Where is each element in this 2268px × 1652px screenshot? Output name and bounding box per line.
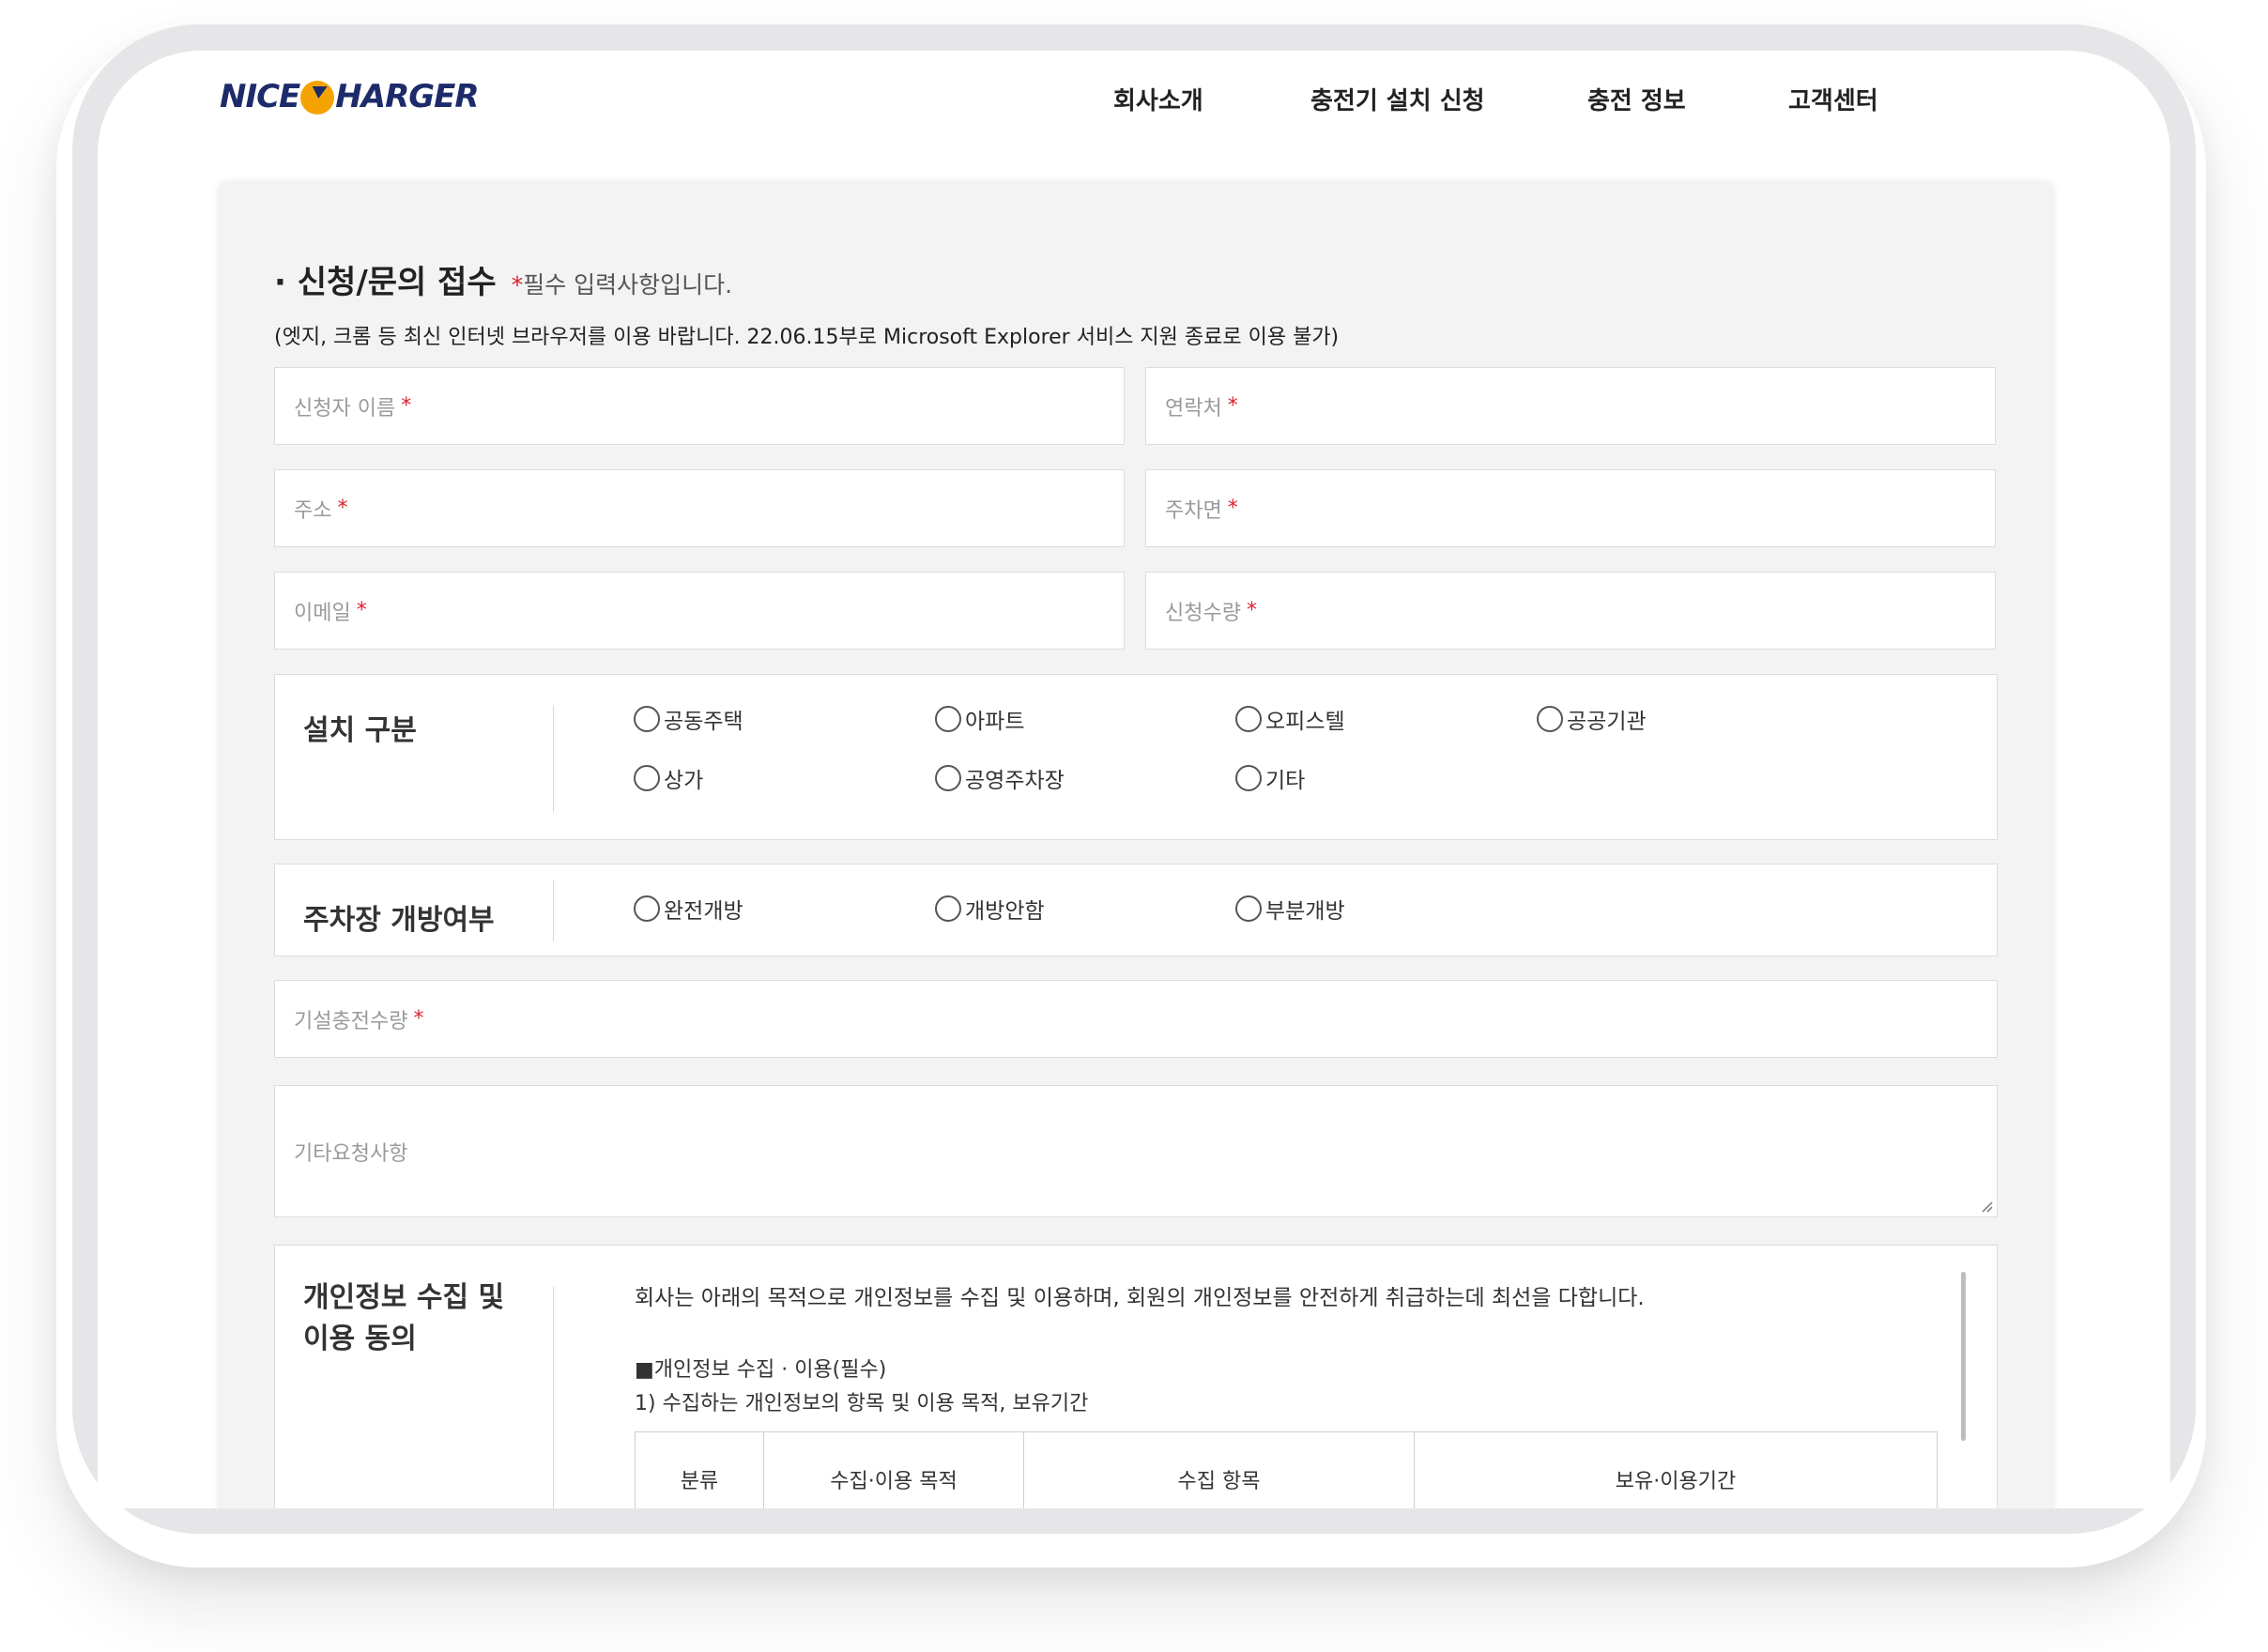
divider bbox=[553, 705, 554, 812]
required-star: * bbox=[401, 394, 412, 418]
privacy-label: 개인정보 수집 및 이용 동의 bbox=[303, 1277, 504, 1360]
radio-install-other[interactable]: 기타 bbox=[1235, 762, 1305, 794]
address-field[interactable]: 주소 * bbox=[274, 469, 1125, 547]
radio-label: 공동주택 bbox=[664, 710, 743, 734]
required-star: * bbox=[511, 271, 524, 298]
radio-install-officetel[interactable]: 오피스텔 bbox=[1235, 703, 1345, 735]
name-field[interactable]: 신청자 이름 * bbox=[274, 367, 1125, 445]
email-field[interactable]: 이메일 * bbox=[274, 572, 1125, 650]
required-star: * bbox=[337, 497, 348, 520]
radio-label: 개방안함 bbox=[965, 899, 1045, 924]
privacy-sub-title: 1) 수집하는 개인정보의 항목 및 이용 목적, 보유기간 bbox=[635, 1392, 1089, 1415]
table-header-items: 수집 항목 bbox=[1024, 1432, 1415, 1508]
radio-install-apartment-complex[interactable]: 공동주택 bbox=[634, 703, 743, 735]
radio-label: 공공기관 bbox=[1567, 710, 1647, 734]
radio-circle-icon bbox=[1537, 706, 1563, 732]
radio-install-apartment[interactable]: 아파트 bbox=[935, 703, 1024, 735]
browser-notice: (엣지, 크롬 등 최신 인터넷 브라우저를 이용 바랍니다. 22.06.15… bbox=[274, 326, 1340, 349]
bolt-icon bbox=[300, 81, 335, 115]
phone-field[interactable]: 연락처 * bbox=[1145, 367, 1996, 445]
table-header-retention: 보유·이용기간 bbox=[1615, 1470, 1737, 1493]
required-note-text: 필수 입력사항입니다. bbox=[523, 271, 733, 298]
radio-install-commercial[interactable]: 상가 bbox=[634, 762, 703, 794]
divider bbox=[553, 1287, 554, 1508]
radio-label: 상가 bbox=[664, 769, 704, 793]
parking-spaces-placeholder: 주차면 bbox=[1165, 498, 1222, 523]
nicecharger-logo[interactable]: NICE HARGER bbox=[220, 73, 480, 120]
radio-label: 기타 bbox=[1265, 769, 1306, 793]
required-note: *필수 입력사항입니다. bbox=[512, 267, 732, 300]
form-title-row: · 신청/문의 접수 *필수 입력사항입니다. bbox=[274, 256, 732, 302]
install-type-label: 설치 구분 bbox=[303, 714, 417, 747]
existing-chargers-placeholder: 기설충전수량 bbox=[294, 1009, 408, 1033]
nav-company[interactable]: 회사소개 bbox=[1113, 82, 1203, 116]
other-requests-textarea[interactable]: 기타요청사항 bbox=[274, 1085, 1998, 1217]
radio-parking-fully-open[interactable]: 완전개방 bbox=[634, 893, 743, 925]
logo-text-nice: NICE bbox=[220, 78, 300, 115]
radio-circle-icon bbox=[1235, 765, 1262, 791]
privacy-label-line2: 이용 동의 bbox=[303, 1323, 417, 1355]
parking-open-label: 주차장 개방여부 bbox=[303, 904, 495, 937]
nav-charging-info[interactable]: 충전 정보 bbox=[1587, 82, 1686, 116]
radio-label: 공영주차장 bbox=[965, 769, 1065, 793]
radio-circle-icon bbox=[634, 706, 660, 732]
email-placeholder: 이메일 bbox=[294, 601, 351, 625]
radio-install-public-agency[interactable]: 공공기관 bbox=[1537, 703, 1647, 735]
radio-circle-icon bbox=[634, 895, 660, 922]
radio-parking-not-open[interactable]: 개방안함 bbox=[935, 893, 1045, 925]
scrollbar-thumb[interactable] bbox=[1961, 1272, 1966, 1441]
required-star: * bbox=[1246, 599, 1257, 622]
privacy-intro: 회사는 아래의 목적으로 개인정보를 수집 및 이용하며, 회원의 개인정보를 … bbox=[635, 1286, 1645, 1310]
table-header-category: 분류 bbox=[636, 1432, 764, 1508]
install-type-group: 설치 구분 공동주택 아파트 오피스텔 공공기관 상가 공영주차장 기타 bbox=[274, 674, 1998, 840]
parking-spaces-field[interactable]: 주차면 * bbox=[1145, 469, 1996, 547]
required-star: * bbox=[356, 599, 367, 622]
radio-parking-partially-open[interactable]: 부분개방 bbox=[1235, 893, 1345, 925]
radio-install-public-parking[interactable]: 공영주차장 bbox=[935, 762, 1065, 794]
radio-label: 부분개방 bbox=[1265, 899, 1345, 924]
quantity-placeholder: 신청수량 bbox=[1165, 601, 1241, 625]
radio-circle-icon bbox=[634, 765, 660, 791]
logo-text-harger: HARGER bbox=[335, 78, 479, 115]
existing-chargers-field[interactable]: 기설충전수량 * bbox=[274, 980, 1998, 1058]
address-placeholder: 주소 bbox=[294, 498, 332, 523]
required-star: * bbox=[1227, 394, 1238, 418]
privacy-section-title: ■개인정보 수집 · 이용(필수) bbox=[635, 1358, 887, 1382]
browser-screen: NICE HARGER 회사소개 충전기 설치 신청 충전 정보 고객센터 · 신… bbox=[98, 51, 2170, 1508]
radio-circle-icon bbox=[935, 765, 961, 791]
radio-circle-icon bbox=[1235, 706, 1262, 732]
radio-circle-icon bbox=[935, 706, 961, 732]
radio-label: 완전개방 bbox=[664, 899, 743, 924]
radio-circle-icon bbox=[935, 895, 961, 922]
privacy-consent-box: 개인정보 수집 및 이용 동의 회사는 아래의 목적으로 개인정보를 수집 및 … bbox=[274, 1245, 1998, 1508]
parking-open-group: 주차장 개방여부 완전개방 개방안함 부분개방 bbox=[274, 864, 1998, 956]
nav-customer-center[interactable]: 고객센터 bbox=[1788, 82, 1878, 116]
privacy-scrollbar[interactable] bbox=[1961, 1272, 1969, 1460]
privacy-table: 분류 수집·이용 목적 수집 항목 보유·이용기간 bbox=[635, 1431, 1938, 1508]
radio-label: 아파트 bbox=[965, 710, 1025, 734]
resize-handle-icon[interactable] bbox=[1980, 1200, 1993, 1213]
required-star: * bbox=[413, 1007, 424, 1031]
application-form: · 신청/문의 접수 *필수 입력사항입니다. (엣지, 크롬 등 최신 인터넷… bbox=[220, 181, 2052, 1508]
other-requests-placeholder: 기타요청사항 bbox=[294, 1141, 408, 1166]
phone-placeholder: 연락처 bbox=[1165, 396, 1222, 421]
radio-circle-icon bbox=[1235, 895, 1262, 922]
table-header-purpose: 수집·이용 목적 bbox=[764, 1432, 1024, 1508]
name-placeholder: 신청자 이름 bbox=[294, 396, 396, 421]
radio-label: 오피스텔 bbox=[1265, 710, 1345, 734]
privacy-label-line1: 개인정보 수집 및 bbox=[303, 1281, 505, 1314]
quantity-field[interactable]: 신청수량 * bbox=[1145, 572, 1996, 650]
required-star: * bbox=[1227, 497, 1238, 520]
form-title: · 신청/문의 접수 bbox=[274, 264, 497, 301]
nav-install-request[interactable]: 충전기 설치 신청 bbox=[1310, 82, 1485, 116]
divider bbox=[553, 880, 554, 941]
